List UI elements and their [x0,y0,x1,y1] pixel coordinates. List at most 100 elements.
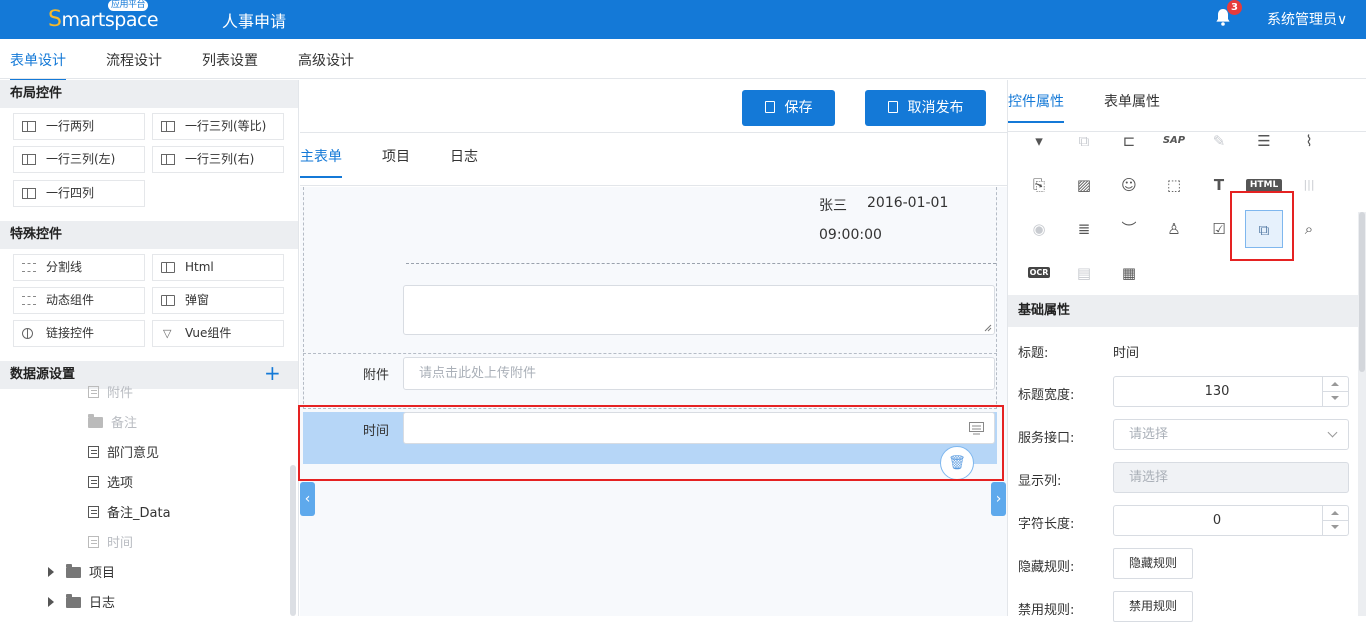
tree-item[interactable]: 备注 [88,412,137,431]
tab-flow-design[interactable]: 流程设计 [106,50,162,70]
vue-component-control[interactable]: ▽ Vue组件 [152,320,284,347]
tree-item[interactable]: 部门意见 [88,442,159,461]
tab-form-properties[interactable]: 表单属性 [1104,91,1160,111]
scrollbar-thumb[interactable] [1359,212,1365,372]
left-panel: 布局控件 一行两列 一行三列(等比) 一行三列(左) 一行三列(右) 一行四列 … [0,80,299,616]
tab-form-design[interactable]: 表单设计 [10,50,66,81]
tab-control-properties[interactable]: 控件属性 [1008,91,1064,123]
list-doc-icon[interactable]: ☰ [1245,122,1283,160]
logo[interactable]: Smartspace 应用平台 [48,0,159,32]
tab-advanced-design[interactable]: 高级设计 [298,50,354,70]
merge-icon[interactable]: ⊏ [1110,122,1148,160]
file-icon[interactable]: ⎘ [1020,166,1058,204]
tab-list-settings[interactable]: 列表设置 [202,50,258,70]
divider-control[interactable]: 分割线 [13,254,145,281]
attachment-upload[interactable]: 请点击此处上传附件 [403,357,995,390]
save-button[interactable]: 保存 [742,90,835,126]
caret-up-icon[interactable] [1331,382,1339,386]
title-width-input[interactable]: 130 [1113,376,1349,407]
code-icon [161,262,175,273]
layout-four-col[interactable]: 一行四列 [13,180,145,207]
toggle-icon[interactable]: ◉ [1020,210,1058,248]
caret-down-icon[interactable] [1331,396,1339,400]
resize-handle-icon[interactable] [984,324,992,332]
image-icon[interactable]: ▨ [1065,166,1103,204]
tree-item[interactable]: 时间 [88,532,133,551]
caret-right-icon[interactable] [48,567,54,577]
document-icon [887,101,898,113]
layout-two-col[interactable]: 一行两列 [13,113,145,140]
title-width-label: 标题宽度: [1018,388,1075,403]
form-editor: 保存 取消发布 主表单 项目 日志 张三 2016-01-01 09:00:00… [300,80,1007,616]
barcode-icon[interactable]: ||| [1290,166,1328,204]
signer-date: 2016-01-01 [867,195,949,211]
app-title: 人事申请 [222,12,287,31]
chevron-right-icon: › [995,491,1002,507]
document-icon [88,386,99,398]
display-column-select: 请选择 [1113,462,1349,493]
remark-textarea[interactable] [403,285,995,335]
layout-three-col-right[interactable]: 一行三列(右) [152,146,284,173]
column-icon [161,154,175,165]
tab-project[interactable]: 项目 [382,146,410,166]
align-icon[interactable]: ≣ [1065,210,1103,248]
length-stepper[interactable] [1322,506,1349,535]
sheet-icon[interactable]: ▤ [1065,254,1103,292]
tab-log[interactable]: 日志 [450,146,478,166]
left-scrollbar[interactable] [290,465,296,616]
vue-icon: ▽ [163,327,172,340]
caret-right-icon[interactable] [48,597,54,607]
user-icon[interactable]: ☺ [1110,166,1148,204]
html-control[interactable]: Html [152,254,284,281]
tree-folder-item[interactable]: 日志 [48,592,115,611]
width-stepper[interactable] [1322,377,1349,406]
tree-item[interactable]: 选项 [88,472,133,491]
caret-up-icon[interactable] [1331,511,1339,515]
column-icon [161,121,175,132]
layout-three-col-equal[interactable]: 一行三列(等比) [152,113,284,140]
tree-item[interactable]: 备注_Data [88,502,171,521]
unpublish-button[interactable]: 取消发布 [865,90,986,126]
chevron-down-icon [1327,427,1338,438]
char-length-input[interactable]: 0 [1113,505,1349,536]
disable-rule-button[interactable]: 禁用规则 [1113,591,1193,622]
layout-three-col-left[interactable]: 一行三列(左) [13,146,145,173]
copy-icon[interactable]: ⧉ [1065,122,1103,160]
special-controls-title: 特殊控件 [0,221,298,249]
node-icon[interactable]: ⬚ [1155,166,1193,204]
service-select[interactable]: 请选择 [1113,419,1349,450]
collapse-right-button[interactable]: › [991,482,1006,516]
add-datasource-button[interactable]: + [264,363,281,383]
sap-icon[interactable]: SAP [1155,122,1193,160]
opinion-divider [406,263,996,264]
ocr-icon-cell[interactable]: OCR [1020,254,1058,292]
dropdown-icon[interactable]: ▾ [1020,122,1058,160]
main-tabs: 表单设计 流程设计 列表设置 高级设计 [0,39,1366,81]
display-column-label: 显示列: [1018,474,1062,489]
signer-name: 张三 [819,198,847,214]
dynamic-icon [22,296,36,305]
column-icon [22,121,36,132]
collapse-left-button[interactable]: ‹ [300,482,315,516]
dynamic-component-control[interactable]: 动态组件 [13,287,145,314]
qrcode-icon[interactable]: ▦ [1110,254,1148,292]
caret-down-icon[interactable] [1331,525,1339,529]
eye-closed-icon[interactable]: ︶ [1110,210,1148,248]
attachment-label: 附件 [363,368,390,383]
tree-folder-item[interactable]: 项目 [48,562,115,581]
popup-control[interactable]: 弹窗 [152,287,284,314]
title-label: 标题: [1018,346,1049,361]
tree-item[interactable]: 附件 [88,382,133,401]
document-icon [88,506,99,518]
sign-icon[interactable]: ✎ [1200,122,1238,160]
tab-main-form[interactable]: 主表单 [300,146,342,178]
hide-rule-button[interactable]: 隐藏规则 [1113,548,1193,579]
paperclip-icon[interactable]: ⌇ [1290,122,1328,160]
stamp-icon[interactable]: ♙ [1155,210,1193,248]
link-icon [22,328,33,339]
search-doc-icon[interactable]: ⌕ [1290,210,1328,248]
right-scrollbar[interactable] [1358,212,1366,616]
user-menu[interactable]: 系统管理员∨ [1267,9,1347,29]
logo-badge: 应用平台 [108,0,149,11]
link-control[interactable]: 链接控件 [13,320,145,347]
